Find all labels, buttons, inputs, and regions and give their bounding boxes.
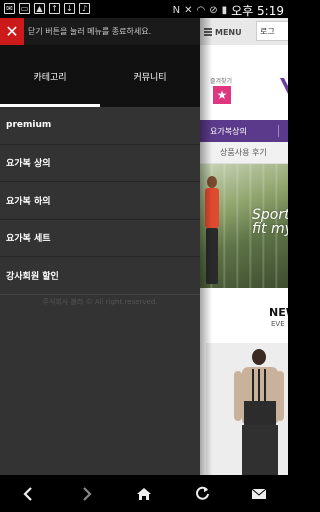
- wifi-icon: ◠: [196, 5, 206, 16]
- banner-text-line1: Sport: [252, 207, 288, 223]
- download-icon: ↓: [64, 3, 75, 14]
- home-icon[interactable]: [124, 475, 164, 512]
- menu-item-instructor-discount[interactable]: 강사회원 할인: [0, 257, 200, 295]
- product-image[interactable]: [206, 343, 288, 475]
- nfc-icon: N: [172, 5, 181, 16]
- system-icons: N ✕ ◠ ⊘ ▮ 오후 5:19: [173, 2, 284, 19]
- category-label[interactable]: 요가복상의: [210, 126, 247, 137]
- browser-nav-bar: [0, 475, 288, 512]
- new-section-title: NEW: [269, 306, 288, 319]
- banner-text-line2: fit my: [252, 221, 288, 237]
- close-hint: 닫기 버튼을 눌러 메뉴를 종료하세요.: [28, 27, 152, 36]
- battery-icon: ▮: [221, 5, 228, 16]
- mail-icon[interactable]: [239, 475, 279, 512]
- close-bar: ✕ 닫기 버튼을 눌러 메뉴를 종료하세요.: [0, 18, 200, 45]
- page-header: MENU 로그: [200, 18, 288, 45]
- category-menu: premium 요가복 상의 요가복 하의 요가복 세트 강사회원 할인: [0, 107, 200, 295]
- menu-item-yoga-sets[interactable]: 요가복 세트: [0, 220, 200, 257]
- voice-icon: ♪: [79, 3, 90, 14]
- mute-icon: ✕: [184, 5, 193, 16]
- back-icon[interactable]: [8, 475, 48, 512]
- menu-item-yoga-bottoms[interactable]: 요가복 하의: [0, 182, 200, 220]
- login-button[interactable]: 로그: [256, 21, 288, 41]
- status-bar: ✉ ▭ ▲ ↑ ↓ ♪ N ✕ ◠ ⊘ ▮ 오후 5:19: [0, 0, 288, 18]
- review-nav[interactable]: 상품사용 후기: [200, 142, 288, 164]
- tab-category[interactable]: 카테고리: [0, 45, 100, 107]
- menu-label: MENU: [215, 27, 242, 37]
- product-model: [234, 343, 284, 475]
- clock: 오후 5:19: [231, 4, 284, 18]
- forward-icon[interactable]: [67, 475, 107, 512]
- menu-item-yoga-tops[interactable]: 요가복 상의: [0, 145, 200, 182]
- divider: [278, 125, 279, 137]
- sd-card-icon: ▭: [19, 3, 30, 14]
- favorite-star-icon[interactable]: ★: [213, 86, 231, 104]
- web-page: MENU 로그 즐겨찾기 ★ 요가복상의 상품사용 후기 Sport fit m…: [200, 18, 288, 475]
- menu-button[interactable]: MENU: [204, 24, 256, 40]
- blocked-icon: ⊘: [209, 5, 218, 16]
- upload-icon: ↑: [49, 3, 60, 14]
- menu-item-premium[interactable]: premium: [0, 107, 200, 145]
- notification-icons: ✉ ▭ ▲ ↑ ↓ ♪: [4, 3, 90, 14]
- banner-model: [202, 176, 224, 286]
- new-section-subtitle: EVE: [271, 320, 285, 328]
- drawer-tabs: 카테고리 커뮤니티: [0, 45, 200, 107]
- message-icon: ✉: [4, 3, 15, 14]
- hamburger-icon: [204, 28, 212, 36]
- category-nav[interactable]: 요가복상의: [200, 120, 288, 142]
- image-icon: ▲: [34, 3, 45, 14]
- favorite-label: 즐겨찾기: [210, 78, 233, 85]
- brand-logo: [280, 78, 288, 94]
- refresh-icon[interactable]: [182, 475, 222, 512]
- hero-banner[interactable]: Sport fit my: [200, 164, 288, 288]
- side-drawer: ✕ 닫기 버튼을 눌러 메뉴를 종료하세요. 카테고리 커뮤니티 premium…: [0, 18, 200, 475]
- copyright-text: 주식회사 블라 © All right reserved.: [42, 298, 158, 306]
- review-label[interactable]: 상품사용 후기: [220, 147, 267, 158]
- close-icon[interactable]: ✕: [0, 18, 24, 45]
- banner-headline: Sport fit my: [252, 208, 288, 236]
- tab-community[interactable]: 커뮤니티: [100, 45, 200, 107]
